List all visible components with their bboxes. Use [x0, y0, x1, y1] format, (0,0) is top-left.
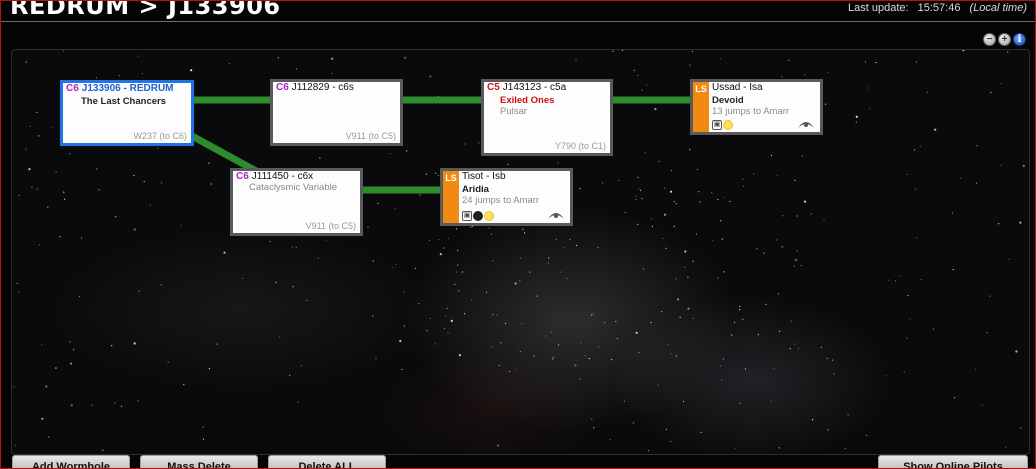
- zoom-in-icon[interactable]: +: [998, 33, 1011, 46]
- system-name: Ussad - Isa: [712, 82, 763, 93]
- system-name: J133906 - REDRUM: [81, 83, 174, 94]
- system-icons: ▣: [712, 120, 733, 130]
- system-node-j112829[interactable]: C6 J112829 - c6s V911 (to C5): [270, 79, 403, 146]
- system-title: C5 J143123 - c5a: [487, 82, 566, 93]
- last-update-time: 15:57:46: [917, 2, 961, 14]
- wormhole-signature: Y790 (to C1): [554, 141, 606, 151]
- app-frame: REDRUM > J133906 Last update: 15:57:46 (…: [0, 0, 1036, 469]
- last-update: Last update: 15:57:46 (Local time): [848, 2, 1027, 14]
- info-icon[interactable]: i: [1013, 33, 1026, 46]
- amarr-faction-icon: [798, 122, 814, 128]
- mass-delete-button[interactable]: Mass Delete: [140, 455, 258, 468]
- jumps-to-trade-hub: 24 jumps to Amarr: [462, 195, 540, 206]
- system-class: C5: [487, 82, 500, 93]
- sun-icon: [723, 120, 733, 130]
- system-region: Aridia: [462, 184, 489, 195]
- system-title: C6 J112829 - c6s: [276, 82, 354, 93]
- system-title: Ussad - Isa: [712, 82, 763, 93]
- wormhole-signature: V911 (to C5): [345, 131, 396, 141]
- system-class: C6: [236, 171, 249, 182]
- last-update-label: Last update:: [848, 2, 909, 14]
- faction-warfare-icon: [473, 211, 483, 221]
- system-node-j111450[interactable]: C6 J111450 - c6x Cataclysmic Variable V91…: [230, 168, 363, 236]
- zoom-controls: − + i: [983, 33, 1026, 46]
- system-node-j143123[interactable]: C5 J143123 - c5a Exiled Ones Pulsar Y790 …: [481, 79, 613, 156]
- sun-icon: [484, 211, 494, 221]
- system-name: J112829 - c6s: [291, 82, 354, 93]
- amarr-faction-icon: [548, 213, 564, 219]
- system-name: J143123 - c5a: [502, 82, 567, 93]
- system-node-ussad[interactable]: LS Ussad - Isa Devoid 13 jumps to Amarr …: [690, 79, 823, 135]
- system-effect: Cataclysmic Variable: [249, 182, 337, 193]
- show-online-pilots-button[interactable]: Show Online Pilots: [878, 455, 1028, 468]
- station-icon: ▣: [462, 211, 472, 221]
- system-class: C6: [276, 82, 289, 93]
- system-occupant: Exiled Ones: [500, 95, 555, 106]
- system-title: C6 J111450 - c6x: [236, 171, 313, 182]
- local-time-label: (Local time): [969, 2, 1027, 14]
- wormhole-map[interactable]: C6 J133906 - REDRUM The Last Chancers W23…: [11, 49, 1030, 455]
- system-title: C6 J133906 - REDRUM: [66, 83, 174, 94]
- connection-j133906-j111450[interactable]: [190, 132, 260, 176]
- station-icon: ▣: [712, 120, 722, 130]
- system-title: Tisot - Isb: [462, 171, 506, 182]
- add-wormhole-button[interactable]: Add Wormhole: [12, 455, 130, 468]
- jumps-to-trade-hub: 13 jumps to Amarr: [712, 106, 790, 117]
- title-divider: [1, 21, 1035, 22]
- delete-all-button[interactable]: Delete ALL: [268, 455, 386, 468]
- system-name: Tisot - Isb: [462, 171, 506, 182]
- action-bar: Add Wormhole Mass Delete Delete ALL Show…: [1, 455, 1035, 468]
- system-class: C6: [66, 83, 79, 94]
- system-name: J111450 - c6x: [251, 171, 314, 182]
- security-class: LS: [443, 171, 459, 223]
- page-title: REDRUM > J133906: [10, 0, 281, 20]
- wormhole-signature: W237 (to C6): [133, 131, 187, 141]
- system-effect: Pulsar: [500, 106, 527, 117]
- security-class: LS: [693, 82, 709, 132]
- system-icons: ▣: [462, 211, 494, 221]
- system-occupant: The Last Chancers: [81, 96, 166, 107]
- wormhole-signature: V911 (to C5): [305, 221, 356, 231]
- system-node-j133906[interactable]: C6 J133906 - REDRUM The Last Chancers W23…: [60, 80, 194, 146]
- zoom-out-icon[interactable]: −: [983, 33, 996, 46]
- system-region: Devoid: [712, 95, 744, 106]
- system-node-tisot[interactable]: LS Tisot - Isb Aridia 24 jumps to Amarr …: [440, 168, 573, 226]
